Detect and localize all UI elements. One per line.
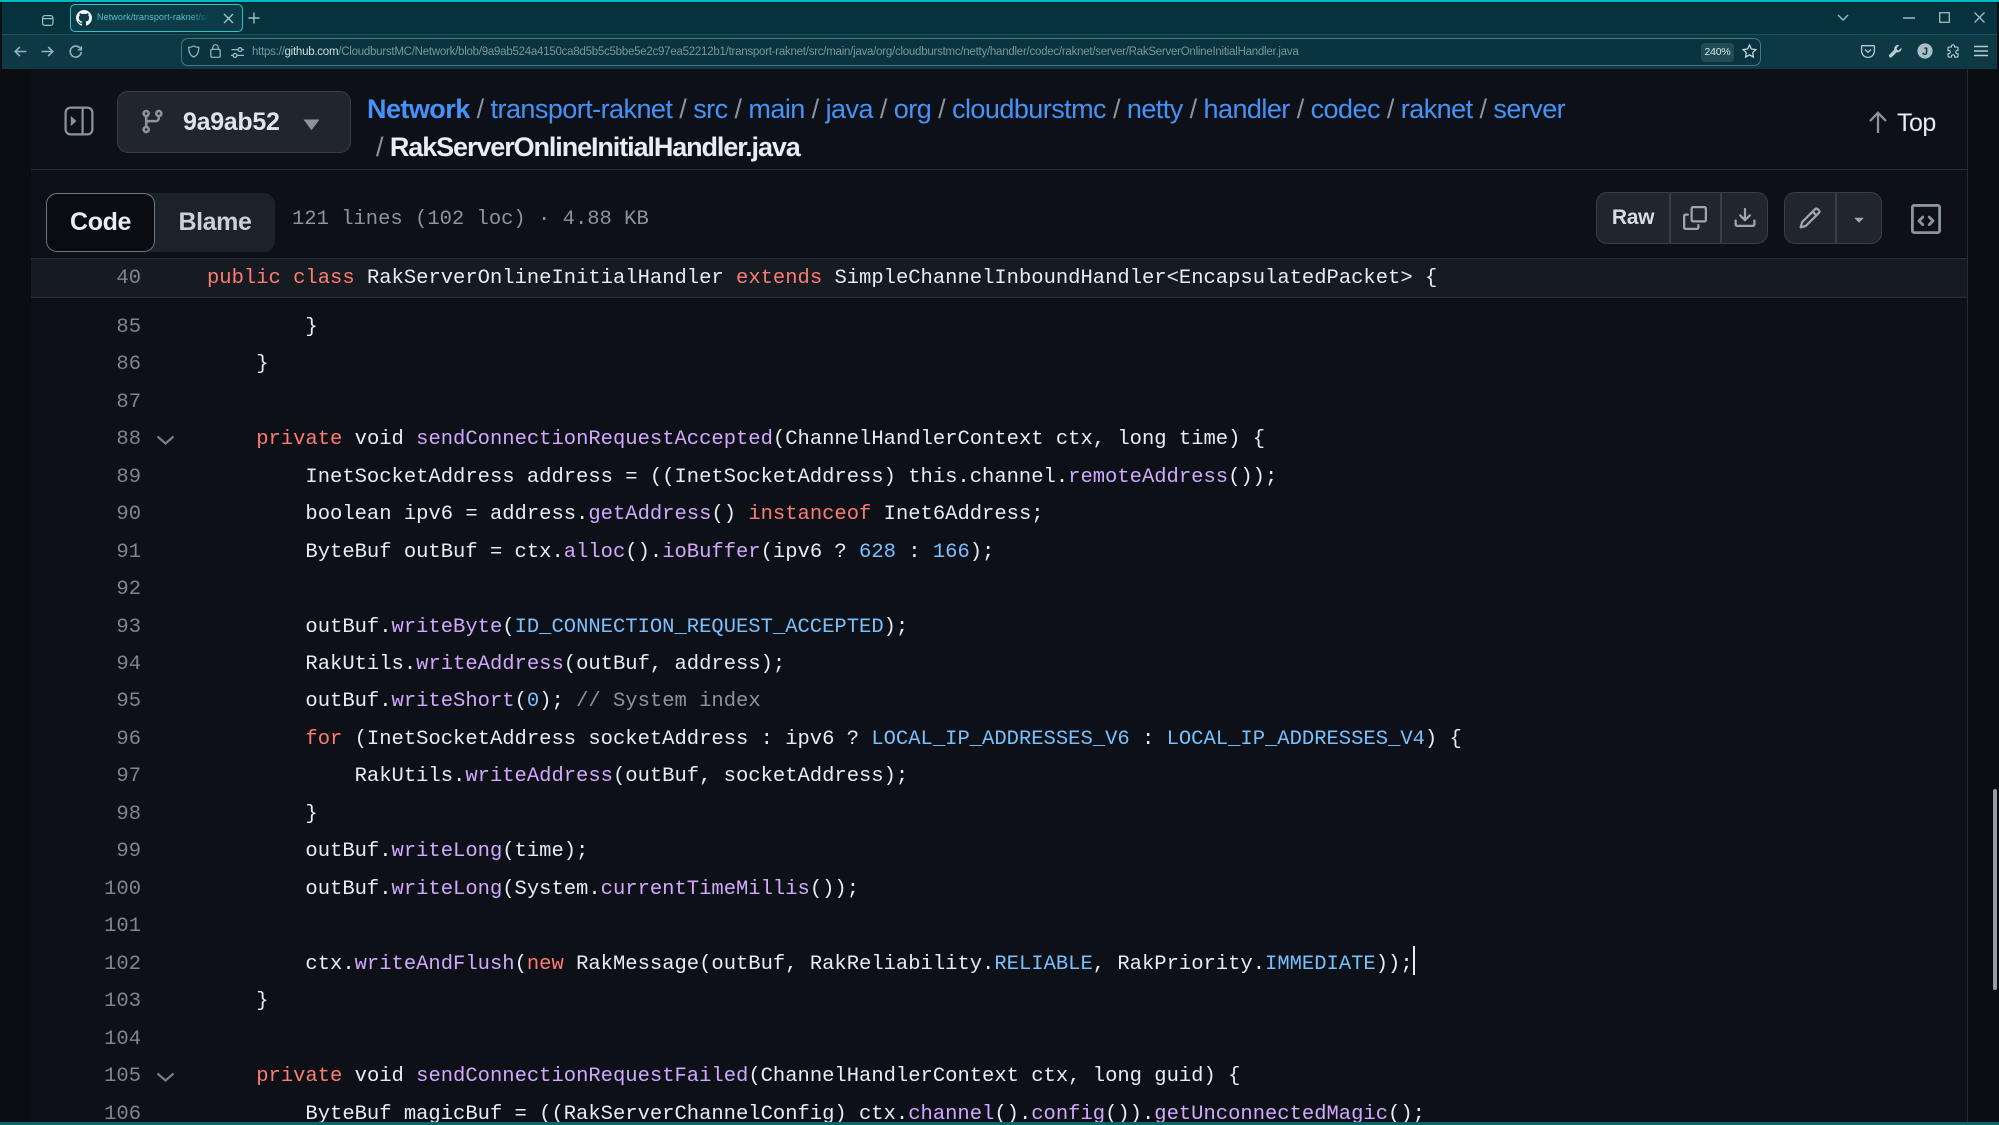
svg-text:J: J [1922,46,1928,58]
